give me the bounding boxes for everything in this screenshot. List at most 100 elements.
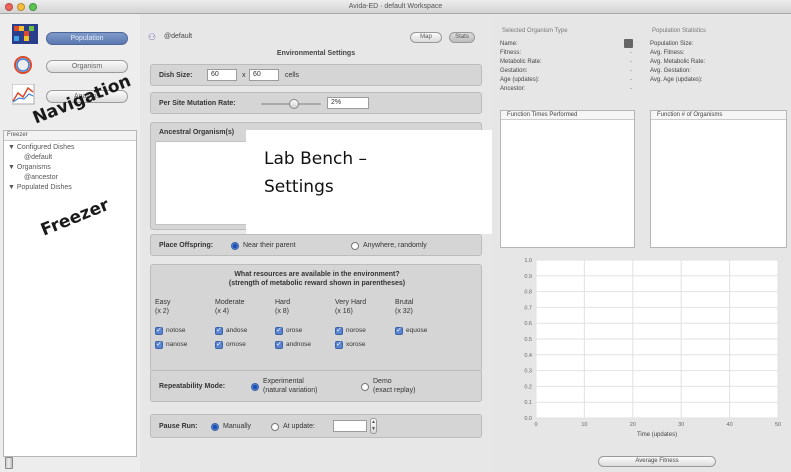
org-prop: Gestation: (500, 68, 528, 74)
resource-group-name: Moderate (215, 299, 245, 306)
freezer-header: Freezer (4, 131, 136, 141)
offspring-anywhere-label: Anywhere, randomly (363, 242, 427, 249)
nav-population-button[interactable]: Population (46, 32, 128, 45)
graph-metric-select[interactable]: Average Fitness (598, 456, 716, 467)
organism-functions-header: Function Times Performed (501, 111, 634, 120)
resource-checkbox[interactable]: ✓ (155, 327, 163, 335)
trash-can-icon[interactable] (5, 457, 13, 469)
resource-label: andnose (286, 341, 311, 348)
resource-checkbox[interactable]: ✓ (215, 327, 223, 335)
resource-group-name: Hard (275, 299, 291, 306)
resource-checkbox[interactable]: ✓ (335, 341, 343, 349)
x-tick-label: 50 (775, 422, 781, 428)
x-axis-label: Time (updates) (637, 432, 677, 438)
resource-checkbox[interactable]: ✓ (335, 327, 343, 335)
x-tick-label: 30 (678, 422, 684, 428)
place-offspring-label: Place Offspring: (159, 242, 214, 249)
y-tick-label: 0.9 (524, 274, 532, 280)
resource-label: ornose (226, 341, 246, 348)
x-tick-label: 0 (534, 422, 537, 428)
lab-bench-annotation-line1: Lab Bench – (264, 149, 368, 169)
x-tick-label: 40 (727, 422, 733, 428)
pop-prop: Avg. Fitness: (650, 50, 685, 56)
dish-width-input[interactable]: 60 (207, 69, 237, 81)
organism-color-swatch (624, 39, 633, 48)
y-tick-label: 0.3 (524, 369, 532, 375)
resource-checkbox[interactable]: ✓ (275, 327, 283, 335)
pause-run-label: Pause Run: (159, 423, 198, 430)
pause-update-input[interactable] (333, 420, 367, 432)
pause-run-group: Pause Run: Manually At update: ▲ ▼ (150, 414, 482, 438)
repeat-demo-radio[interactable] (361, 383, 369, 391)
population-stats-title: Population Statistics (652, 28, 707, 34)
freezer-item-configured-dishes[interactable]: ▼ Configured Dishes (4, 143, 136, 153)
stats-column: Selected Organism Type Name: Fitness: Me… (492, 14, 791, 472)
nav-organism-button[interactable]: Organism (46, 60, 128, 73)
lab-bench: ⚇ @default Map Stats Environmental Setti… (140, 14, 492, 472)
freezer-item-ancestor[interactable]: @ancestor (4, 173, 136, 183)
mutation-slider-knob[interactable] (289, 99, 299, 109)
repeatability-label: Repeatability Mode: (159, 383, 226, 390)
pop-prop: Avg. Metabolic Rate: (650, 59, 706, 65)
mutation-rate-label: Per Site Mutation Rate: (159, 100, 236, 107)
y-tick-label: 0.0 (524, 416, 532, 422)
pause-manually-label: Manually (223, 423, 252, 430)
population-grid-icon[interactable] (12, 24, 38, 44)
resource-checkbox[interactable]: ✓ (215, 341, 223, 349)
map-toggle-button[interactable]: Map (410, 32, 442, 43)
resource-group-reward: (x 32) (395, 308, 413, 315)
pause-manually-radio[interactable] (211, 423, 219, 431)
y-tick-label: 0.4 (524, 353, 532, 359)
resource-label: xorose (346, 341, 366, 348)
organism-ring-icon[interactable] (12, 54, 38, 74)
resource-label: orose (286, 327, 303, 334)
stats-toggle-button[interactable]: Stats (449, 32, 475, 43)
resource-checkbox[interactable]: ✓ (155, 341, 163, 349)
graph-svg: 0.0 0.1 0.2 0.3 0.4 0.5 0.6 0.7 0.8 0.9 1.0 0 10 20 30… (524, 258, 781, 438)
repeat-demo-label: Demo (373, 378, 392, 385)
repeat-experimental-radio[interactable] (251, 383, 259, 391)
resource-group-name: Easy (155, 299, 171, 306)
pause-at-update-radio[interactable] (271, 423, 279, 431)
population-functions-header: Function # of Organisms (651, 111, 786, 120)
resource-label: notose (166, 327, 186, 334)
repeatability-group: Repeatability Mode: Experimental (natura… (150, 370, 482, 402)
resource-group-reward: (x 8) (275, 308, 289, 315)
dish-icon: ⚇ (148, 32, 157, 42)
resource-label: equose (406, 327, 428, 334)
resource-label: norose (346, 327, 366, 334)
offspring-anywhere-radio[interactable] (351, 242, 359, 250)
title-bar: Avida-ED · default Workspace (0, 0, 791, 14)
pop-prop: Population Size: (650, 41, 694, 47)
resource-group-reward: (x 4) (215, 308, 229, 315)
resource-label: andose (226, 327, 248, 334)
ancestral-organisms-label: Ancestral Organism(s) (159, 129, 235, 136)
dish-height-input[interactable]: 60 (249, 69, 279, 81)
population-functions-table: Function # of Organisms (650, 110, 787, 248)
resources-group: What resources are available in the envi… (150, 264, 482, 372)
freezer-item-populated-dishes[interactable]: ▼ Populated Dishes (4, 183, 136, 193)
resource-group-reward: (x 16) (335, 308, 353, 315)
dish-units-label: cells (285, 72, 300, 79)
freezer-item-default[interactable]: @default (4, 153, 136, 163)
org-prop: Fitness: (500, 50, 522, 56)
org-prop: Ancestor: (500, 86, 526, 92)
resource-checkbox[interactable]: ✓ (275, 341, 283, 349)
place-offspring-group: Place Offspring: Near their parent Anywh… (150, 234, 482, 256)
resources-subtitle: (strength of metabolic reward shown in p… (228, 280, 406, 287)
pop-prop: Avg. Gestation: (650, 68, 691, 74)
offspring-near-parent-radio[interactable] (231, 242, 239, 250)
pause-update-stepper[interactable]: ▲ ▼ (370, 418, 377, 434)
mutation-rate-input[interactable]: 2% (327, 97, 369, 109)
y-tick-label: 0.5 (524, 337, 532, 343)
environmental-settings-title: Environmental Settings (276, 50, 356, 57)
resource-checkbox[interactable]: ✓ (395, 327, 403, 335)
y-tick-label: 0.8 (524, 290, 532, 296)
resources-title: What resources are available in the envi… (234, 271, 400, 278)
org-value: - (630, 59, 632, 65)
x-tick-label: 20 (630, 422, 636, 428)
y-tick-label: 0.7 (524, 305, 532, 311)
freezer-item-organisms[interactable]: ▼ Organisms (4, 163, 136, 173)
analysis-chart-icon[interactable] (11, 83, 38, 105)
window-title: Avida-ED · default Workspace (348, 3, 443, 10)
